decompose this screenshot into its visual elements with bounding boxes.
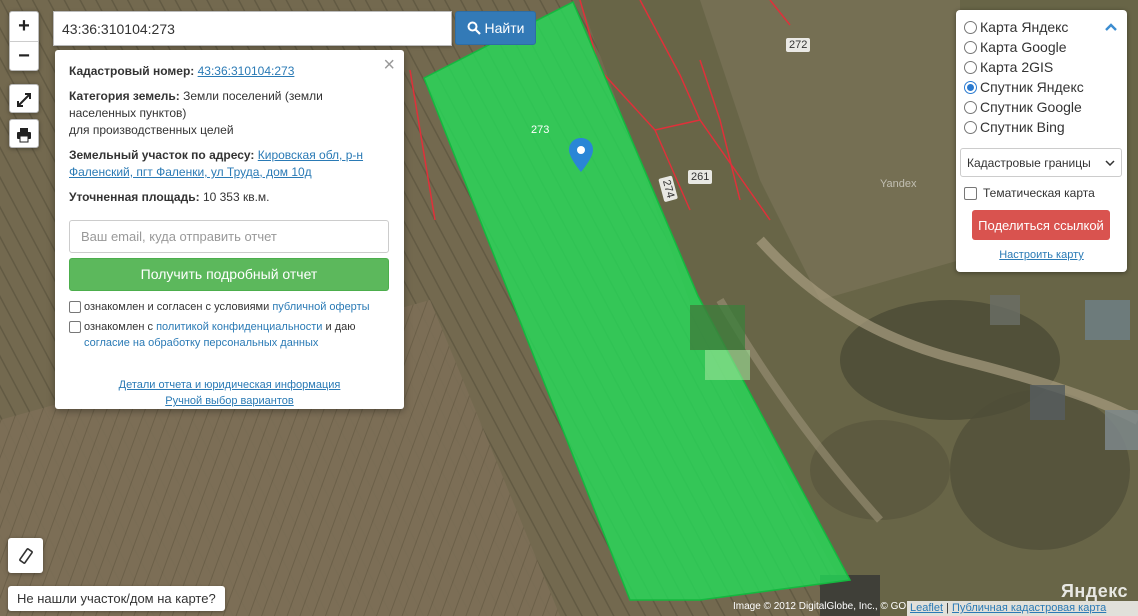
basemap-option-label: Спутник Bing: [980, 119, 1065, 135]
privacy-agreement-text: ознакомлен с: [84, 321, 154, 333]
cadastral-number-row: Кадастровый номер: 43:36:310104:273: [69, 63, 390, 80]
yandex-watermark: Yandex: [880, 178, 917, 190]
basemap-radio[interactable]: [964, 120, 977, 134]
basemap-option-label: Спутник Google: [980, 99, 1082, 115]
land-use-value: для производственных целей: [69, 123, 234, 137]
plot-label-272: 272: [786, 38, 811, 52]
land-category-row: Категория земель: Земли поселений (земли…: [69, 88, 390, 139]
cadastral-number-label: Кадастровый номер:: [69, 64, 195, 78]
basemap-option[interactable]: Карта Google: [964, 37, 1119, 57]
get-report-button[interactable]: Получить подробный отчет: [69, 258, 389, 291]
chevron-down-icon: [1105, 159, 1115, 166]
report-details-link[interactable]: Детали отчета и юридическая информация: [119, 379, 341, 391]
manual-selection-link[interactable]: Ручной выбор вариантов: [165, 395, 293, 407]
imagery-attribution: Image © 2012 DigitalGlobe, Inc., © GO: [733, 601, 907, 612]
basemap-option-label: Карта Яндекс: [980, 19, 1069, 35]
offer-agreement: ознакомлен и согласен с условиями публич…: [69, 299, 390, 315]
plot-label-261: 261: [688, 170, 713, 184]
search-input[interactable]: [53, 11, 452, 46]
yandex-logo: Яндекс: [1060, 581, 1128, 601]
basemap-option[interactable]: Карта 2GIS: [964, 57, 1119, 77]
map-attribution: Leaflet | Публичная кадастровая карта: [907, 601, 1138, 616]
fullscreen-button[interactable]: [10, 85, 38, 114]
close-popup-icon[interactable]: ×: [383, 55, 395, 75]
basemap-option-label: Карта 2GIS: [980, 59, 1054, 75]
search-icon: [467, 21, 481, 35]
basemap-option[interactable]: Спутник Bing: [964, 117, 1119, 137]
area-label: Уточненная площадь:: [69, 190, 200, 204]
thematic-map-checkbox[interactable]: [964, 186, 977, 200]
print-control: [9, 119, 39, 148]
basemap-radio[interactable]: [964, 20, 977, 34]
fullscreen-control: [9, 84, 39, 113]
basemap-option-label: Карта Google: [980, 39, 1067, 55]
plot-label-273: 273: [531, 124, 550, 136]
basemap-option[interactable]: Спутник Яндекс: [964, 77, 1119, 97]
search-button[interactable]: Найти: [455, 11, 536, 45]
configure-map-link[interactable]: Настроить карту: [964, 249, 1119, 261]
collapse-panel-icon[interactable]: [1105, 18, 1117, 34]
pkk-link[interactable]: Публичная кадастровая карта: [952, 602, 1106, 614]
measure-button[interactable]: [8, 538, 43, 573]
privacy-agreement-text-2: и даю: [325, 321, 356, 333]
basemap-option[interactable]: Карта Яндекс: [964, 17, 1119, 37]
basemap-radio[interactable]: [964, 100, 977, 114]
email-input[interactable]: [69, 220, 389, 253]
layers-panel: Карта Яндекс Карта Google Карта 2GIS Спутни…: [956, 10, 1127, 272]
zoom-control: + −: [9, 11, 39, 71]
printer-icon: [17, 127, 31, 142]
leaflet-link[interactable]: Leaflet: [910, 602, 943, 614]
basemap-radio[interactable]: [964, 60, 977, 74]
thematic-map-label: Тематическая карта: [983, 186, 1095, 200]
data-processing-consent-link[interactable]: согласие на обработку персональных данны…: [84, 337, 318, 349]
ruler-icon: [18, 547, 33, 564]
public-offer-link[interactable]: публичной оферты: [272, 301, 369, 313]
basemap-radio[interactable]: [964, 40, 977, 54]
address-row: Земельный участок по адресу: Кировская о…: [69, 147, 390, 181]
zoom-out-button[interactable]: −: [10, 41, 38, 70]
privacy-policy-link[interactable]: политикой конфиденциальности: [156, 321, 322, 333]
basemap-option-label: Спутник Яндекс: [980, 79, 1084, 95]
search-button-label: Найти: [484, 20, 525, 36]
expand-icon: [17, 92, 31, 107]
address-label: Земельный участок по адресу:: [69, 148, 255, 162]
area-value: 10 353 кв.м.: [202, 190, 270, 204]
offer-agreement-text: ознакомлен и согласен с условиями: [84, 301, 270, 313]
basemap-options: Карта Яндекс Карта Google Карта 2GIS Спутни…: [964, 17, 1119, 137]
overlay-select[interactable]: Кадастровые границы: [960, 148, 1122, 177]
cadastral-number-link[interactable]: 43:36:310104:273: [198, 64, 295, 78]
basemap-radio[interactable]: [964, 80, 977, 94]
basemap-option[interactable]: Спутник Google: [964, 97, 1119, 117]
not-found-button[interactable]: Не нашли участок/дом на карте?: [8, 586, 225, 611]
plot-info-popup: × Кадастровый номер: 43:36:310104:273 Ка…: [55, 50, 404, 409]
overlay-select-value: Кадастровые границы: [967, 155, 1091, 170]
print-button[interactable]: [10, 120, 38, 149]
zoom-in-button[interactable]: +: [10, 12, 38, 41]
popup-footer: Детали отчета и юридическая информация Р…: [69, 377, 390, 409]
thematic-map-toggle[interactable]: Тематическая карта: [964, 186, 1119, 200]
privacy-checkbox[interactable]: [69, 321, 81, 333]
privacy-agreement: ознакомлен с политикой конфиденциальност…: [69, 319, 390, 351]
attribution-separator: |: [946, 602, 949, 614]
area-row: Уточненная площадь: 10 353 кв.м.: [69, 189, 390, 206]
share-link-button[interactable]: Поделиться ссылкой: [972, 210, 1110, 240]
offer-checkbox[interactable]: [69, 301, 81, 313]
land-category-label: Категория земель:: [69, 89, 180, 103]
